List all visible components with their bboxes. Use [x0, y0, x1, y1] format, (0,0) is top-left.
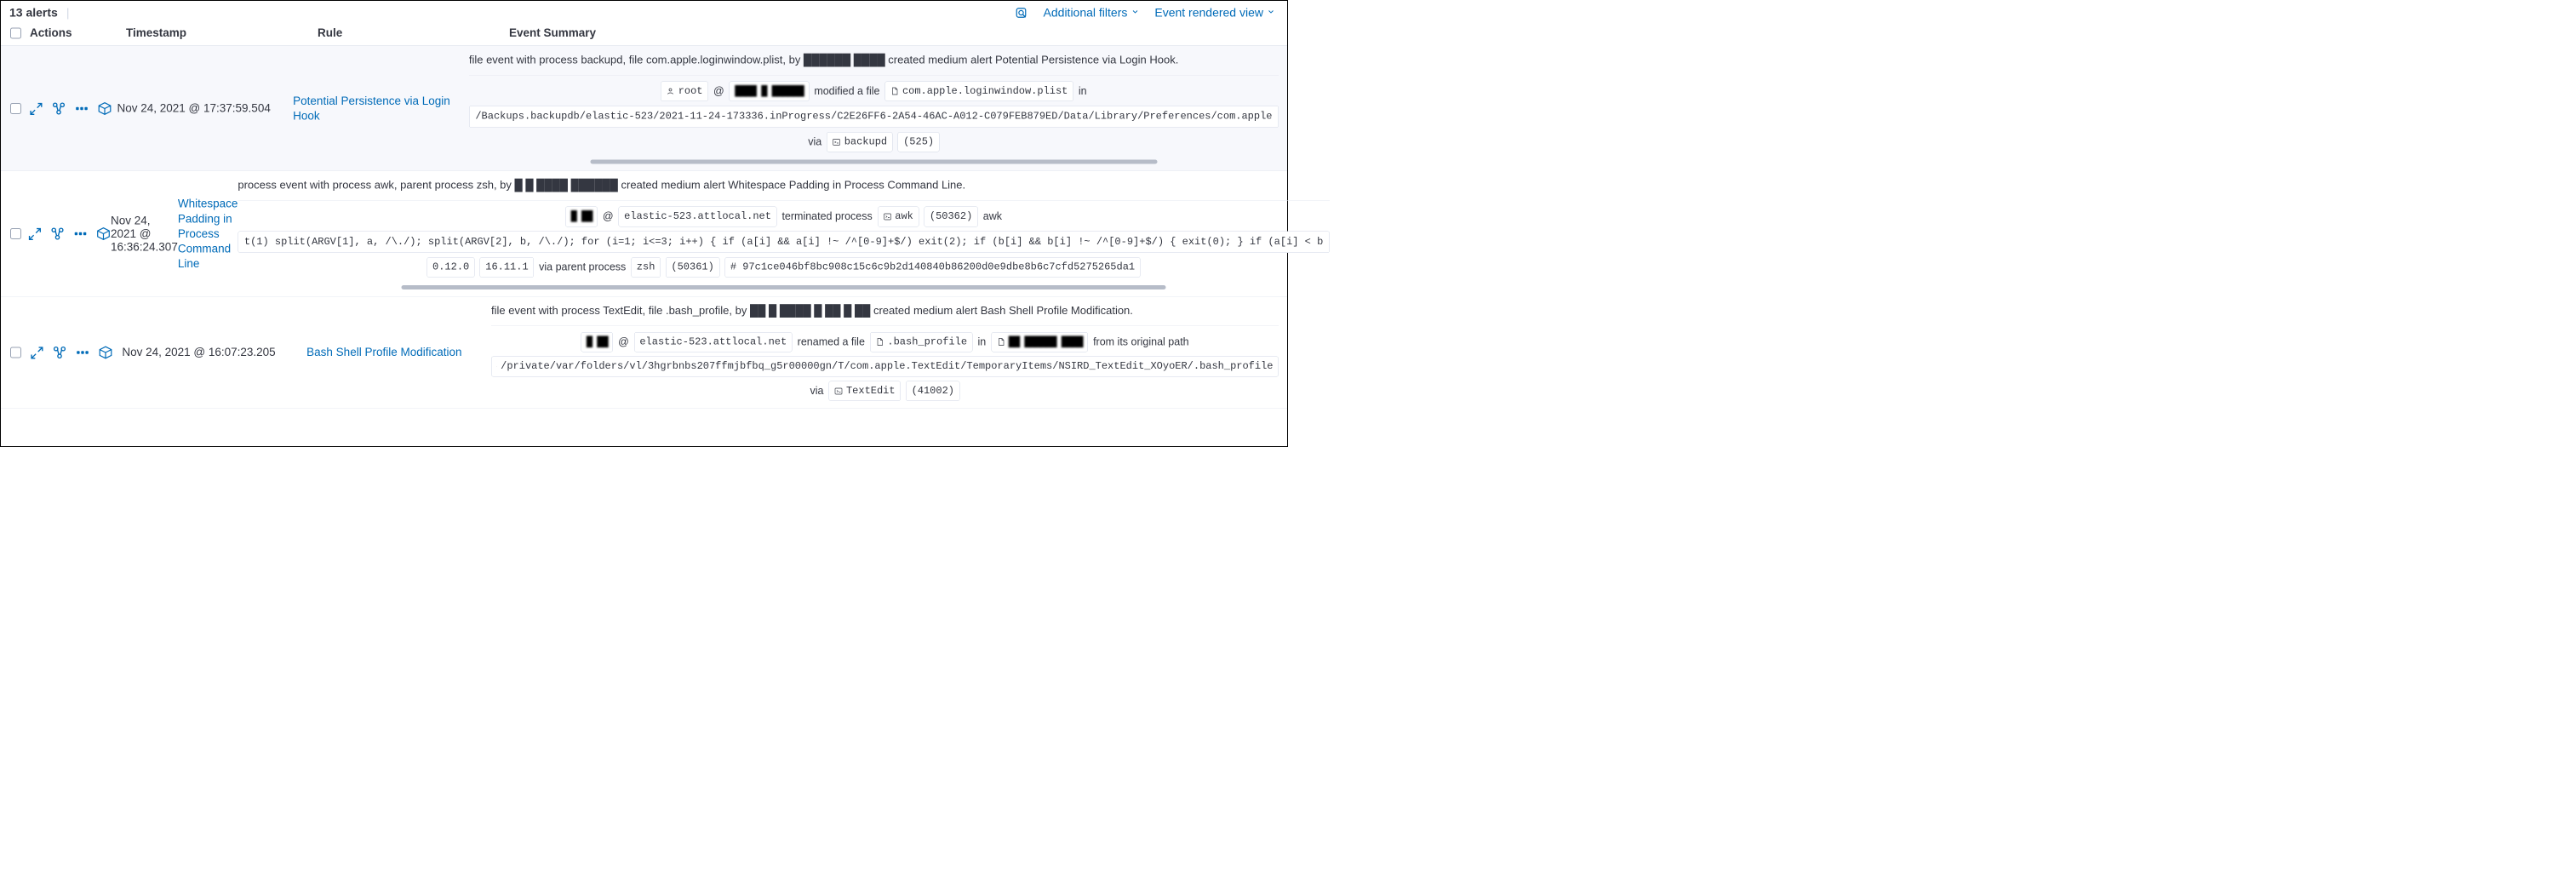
user-pill[interactable]: root	[661, 81, 708, 101]
user-pill[interactable]: █ ██	[581, 332, 613, 352]
toolbar: 13 alerts | Additional filters Event ren…	[1, 1, 1287, 23]
path-pill[interactable]: /Backups.backupdb/elastic-523/2021-11-24…	[469, 106, 1279, 128]
row-checkbox[interactable]	[10, 347, 21, 358]
file-pill[interactable]: com.apple.loginwindow.plist	[884, 81, 1073, 101]
process-pill[interactable]: awk	[878, 207, 919, 227]
session-icon[interactable]	[75, 101, 89, 116]
view-mode-label: Event rendered view	[1154, 6, 1263, 20]
pid-pill[interactable]: (50362)	[924, 207, 977, 227]
version-pill[interactable]: 0.12.0	[427, 257, 475, 278]
table-header: Actions Timestamp Rule Event Summary	[1, 23, 1287, 46]
rule-link[interactable]: Bash Shell Profile Modification	[306, 345, 461, 360]
chevron-down-icon	[1267, 8, 1275, 19]
terminal-icon	[834, 387, 843, 395]
timeline-inspect-icon[interactable]	[1015, 6, 1028, 20]
view-mode-select[interactable]: Event rendered view	[1154, 6, 1275, 20]
table-row: Nov 24, 2021 @ 16:36:24.307 Whitespace P…	[1, 171, 1287, 296]
analyze-icon[interactable]	[50, 226, 65, 241]
session-icon[interactable]	[75, 345, 89, 359]
alert-count: 13 alerts	[9, 6, 58, 20]
process-pill[interactable]: backupd	[827, 132, 892, 152]
version-pill[interactable]: 16.11.1	[480, 257, 534, 278]
user-pill[interactable]: █ ██	[565, 207, 598, 227]
file-pill[interactable]: .bash_profile	[870, 332, 973, 352]
expand-icon[interactable]	[29, 101, 43, 116]
event-summary-text: file event with process backupd, file co…	[469, 52, 1279, 68]
event-detail: root @ ████ █ ██████ modified a file com…	[469, 75, 1279, 152]
column-rule: Rule	[318, 26, 342, 39]
parent-pid-pill[interactable]: (50361)	[666, 257, 719, 278]
table-row: Nov 24, 2021 @ 16:07:23.205 Bash Shell P…	[1, 296, 1287, 408]
document-icon	[997, 338, 1005, 347]
parent-process-pill[interactable]: zsh	[631, 257, 661, 278]
row-checkbox[interactable]	[10, 103, 21, 114]
event-summary-text: process event with process awk, parent p…	[238, 177, 1329, 193]
additional-filters-label: Additional filters	[1044, 6, 1128, 20]
select-all-checkbox[interactable]	[10, 27, 21, 38]
expand-icon[interactable]	[29, 345, 43, 359]
column-timestamp: Timestamp	[126, 26, 186, 39]
horizontal-scrollbar[interactable]	[591, 160, 1158, 164]
event-detail: █ ██ @ elastic-523.attlocal.net terminat…	[238, 200, 1329, 278]
path-pill[interactable]: /private/var/folders/vl/3hgrbnbs207ffmjb…	[491, 357, 1279, 377]
pid-pill[interactable]: (41002)	[906, 381, 959, 401]
pid-pill[interactable]: (525)	[898, 132, 940, 152]
timestamp-value: Nov 24, 2021 @ 16:07:23.205	[122, 346, 275, 359]
document-icon	[496, 363, 497, 371]
event-summary-text: file event with process TextEdit, file .…	[491, 302, 1279, 318]
event-detail: █ ██ @ elastic-523.attlocal.net renamed …	[491, 325, 1279, 401]
hash-pill[interactable]: # 97c1ce046bf8bc908c15c6c9b2d140840b8620…	[724, 257, 1140, 278]
cube-icon[interactable]	[98, 345, 112, 359]
analyze-icon[interactable]	[52, 101, 66, 116]
cube-icon[interactable]	[96, 226, 111, 241]
rule-link[interactable]: Potential Persistence via Login Hook	[293, 94, 469, 123]
additional-filters-button[interactable]: Additional filters	[1044, 6, 1140, 20]
terminal-icon	[883, 212, 891, 221]
chevron-down-icon	[1131, 8, 1139, 19]
timestamp-value: Nov 24, 2021 @ 17:37:59.504	[117, 102, 270, 116]
user-icon	[667, 87, 675, 95]
host-pill[interactable]: elastic-523.attlocal.net	[634, 332, 793, 352]
session-icon[interactable]	[73, 226, 88, 241]
analyze-icon[interactable]	[52, 345, 66, 359]
host-pill[interactable]: elastic-523.attlocal.net	[619, 207, 777, 227]
column-actions: Actions	[30, 26, 72, 39]
rule-link[interactable]: Whitespace Padding in Process Command Li…	[178, 197, 238, 272]
horizontal-scrollbar[interactable]	[402, 285, 1166, 289]
host-pill[interactable]: ████ █ ██████	[730, 81, 810, 101]
table-row: Nov 24, 2021 @ 17:37:59.504 Potential Pe…	[1, 46, 1287, 171]
row-checkbox[interactable]	[10, 228, 21, 239]
process-pill[interactable]: TextEdit	[828, 381, 901, 401]
document-icon	[890, 87, 899, 95]
divider: |	[66, 6, 70, 20]
terminal-icon	[833, 138, 841, 146]
cube-icon[interactable]	[98, 101, 112, 116]
dir-pill[interactable]: ██ ██████ ████	[991, 332, 1088, 352]
timestamp-value: Nov 24, 2021 @ 16:36:24.307	[111, 214, 178, 254]
expand-icon[interactable]	[27, 226, 42, 241]
document-icon	[875, 338, 884, 347]
cmdline-pill[interactable]: t(1) split(ARGV[1], a, /\./); split(ARGV…	[238, 231, 1329, 253]
column-summary: Event Summary	[509, 26, 596, 39]
